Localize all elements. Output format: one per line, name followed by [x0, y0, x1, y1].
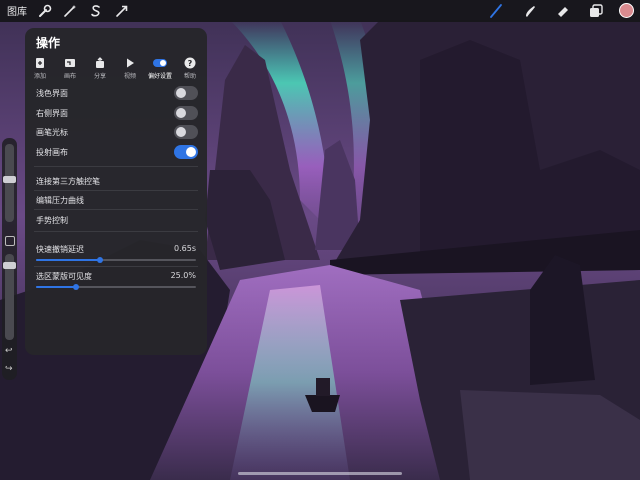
- wrench-icon[interactable]: [37, 3, 53, 19]
- selection-mask-visibility-handle[interactable]: [73, 284, 79, 290]
- top-toolbar: 图库: [0, 0, 640, 22]
- transform-arrow-icon[interactable]: [114, 3, 130, 19]
- tab-preferences[interactable]: 偏好设置: [145, 57, 175, 80]
- selection-mask-visibility-slider[interactable]: [36, 284, 196, 290]
- brush-cursor-toggle[interactable]: [174, 125, 198, 139]
- undo-icon[interactable]: ↩: [5, 346, 13, 356]
- home-indicator: [238, 472, 402, 475]
- brush-size-slider[interactable]: [5, 144, 14, 222]
- tab-canvas[interactable]: 画布: [55, 57, 85, 80]
- play-icon: [124, 57, 136, 69]
- actions-panel: 操作 添加 画布 分享 视频 偏好设置 ? 帮助 浅色界面 右侧界面 画笔光标 …: [25, 28, 207, 355]
- brush-size-handle[interactable]: [3, 176, 16, 183]
- selection-s-icon[interactable]: [88, 3, 104, 19]
- color-picker-button[interactable]: [619, 3, 634, 18]
- toggle-row-project-canvas: 投射画布: [25, 142, 207, 162]
- opacity-handle[interactable]: [3, 262, 16, 269]
- actions-tabs: 添加 画布 分享 视频 偏好设置 ? 帮助: [25, 57, 207, 83]
- quick-undo-delay-slider[interactable]: [36, 257, 196, 263]
- divider: [34, 266, 198, 267]
- light-interface-toggle[interactable]: [174, 86, 198, 100]
- divider: [34, 231, 198, 232]
- connect-stylus-item[interactable]: 连接第三方触控笔: [25, 171, 207, 191]
- add-file-icon: [34, 57, 46, 69]
- quick-undo-delay-value: 0.65s: [174, 244, 196, 253]
- project-canvas-toggle[interactable]: [174, 145, 198, 159]
- tab-add[interactable]: 添加: [25, 57, 55, 80]
- magic-wand-icon[interactable]: [62, 3, 78, 19]
- right-interface-toggle[interactable]: [174, 106, 198, 120]
- brush-icon[interactable]: [488, 3, 504, 19]
- gesture-controls-item[interactable]: 手势控制: [25, 210, 207, 230]
- redo-icon[interactable]: ↪: [5, 364, 13, 374]
- help-icon: ?: [184, 57, 196, 69]
- toggle-row-light-interface: 浅色界面: [25, 83, 207, 103]
- smudge-icon[interactable]: [522, 3, 538, 19]
- toggle-icon: [152, 57, 168, 69]
- modify-button[interactable]: [5, 236, 15, 246]
- gallery-button[interactable]: 图库: [7, 3, 27, 18]
- edit-pressure-curve-item[interactable]: 编辑压力曲线: [25, 190, 207, 210]
- panel-title: 操作: [36, 36, 61, 50]
- quick-undo-delay-handle[interactable]: [97, 257, 103, 263]
- toggle-row-right-interface: 右侧界面: [25, 103, 207, 123]
- layers-icon[interactable]: [588, 3, 604, 19]
- tab-share[interactable]: 分享: [85, 57, 115, 80]
- tab-video[interactable]: 视频: [115, 57, 145, 80]
- tab-help[interactable]: ? 帮助: [175, 57, 205, 80]
- selection-mask-visibility-value: 25.0%: [170, 271, 196, 280]
- divider: [34, 166, 198, 167]
- toggle-row-brush-cursor: 画笔光标: [25, 122, 207, 142]
- left-sidebar: ↩ ↪: [2, 138, 17, 380]
- selection-mask-visibility-row: 选区蒙版可见度 25.0%: [25, 269, 207, 297]
- share-icon: [94, 57, 106, 69]
- canvas-icon: [64, 57, 76, 69]
- svg-text:?: ?: [188, 59, 193, 68]
- eraser-icon[interactable]: [555, 3, 571, 19]
